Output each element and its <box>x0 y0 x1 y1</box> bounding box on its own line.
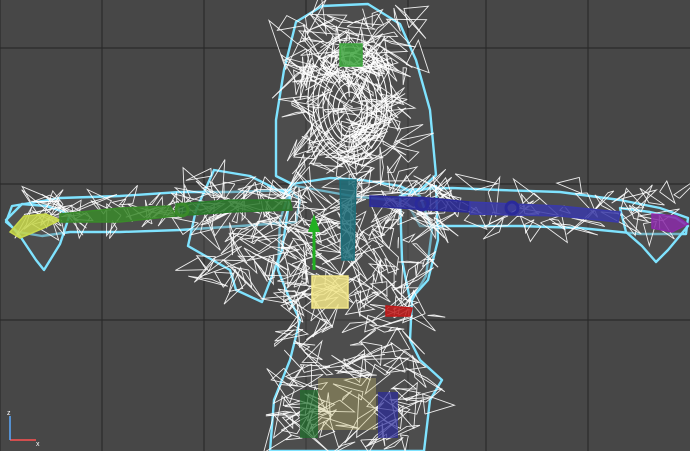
front-viewport[interactable]: xz <box>0 0 690 451</box>
axis-z-label: z <box>7 410 11 417</box>
wireframe-scene[interactable]: xz <box>0 0 690 451</box>
wire-edge <box>185 167 212 181</box>
left-leg-bone[interactable] <box>300 390 318 438</box>
wire-edge <box>673 183 690 199</box>
head-bone[interactable] <box>339 43 363 67</box>
pelvis-bone[interactable] <box>311 275 349 309</box>
wire-edge <box>427 314 446 318</box>
pelvis-lower-bone[interactable] <box>318 378 376 430</box>
wire-edge <box>397 237 400 249</box>
hip-bone[interactable] <box>385 305 413 317</box>
axis-x-label: x <box>36 441 40 448</box>
axis-gizmo-icon: xz <box>7 410 40 448</box>
wire-edge <box>188 275 228 287</box>
right-leg-bone[interactable] <box>378 392 398 438</box>
wire-edge <box>175 257 207 271</box>
spine-bone[interactable] <box>339 179 357 261</box>
